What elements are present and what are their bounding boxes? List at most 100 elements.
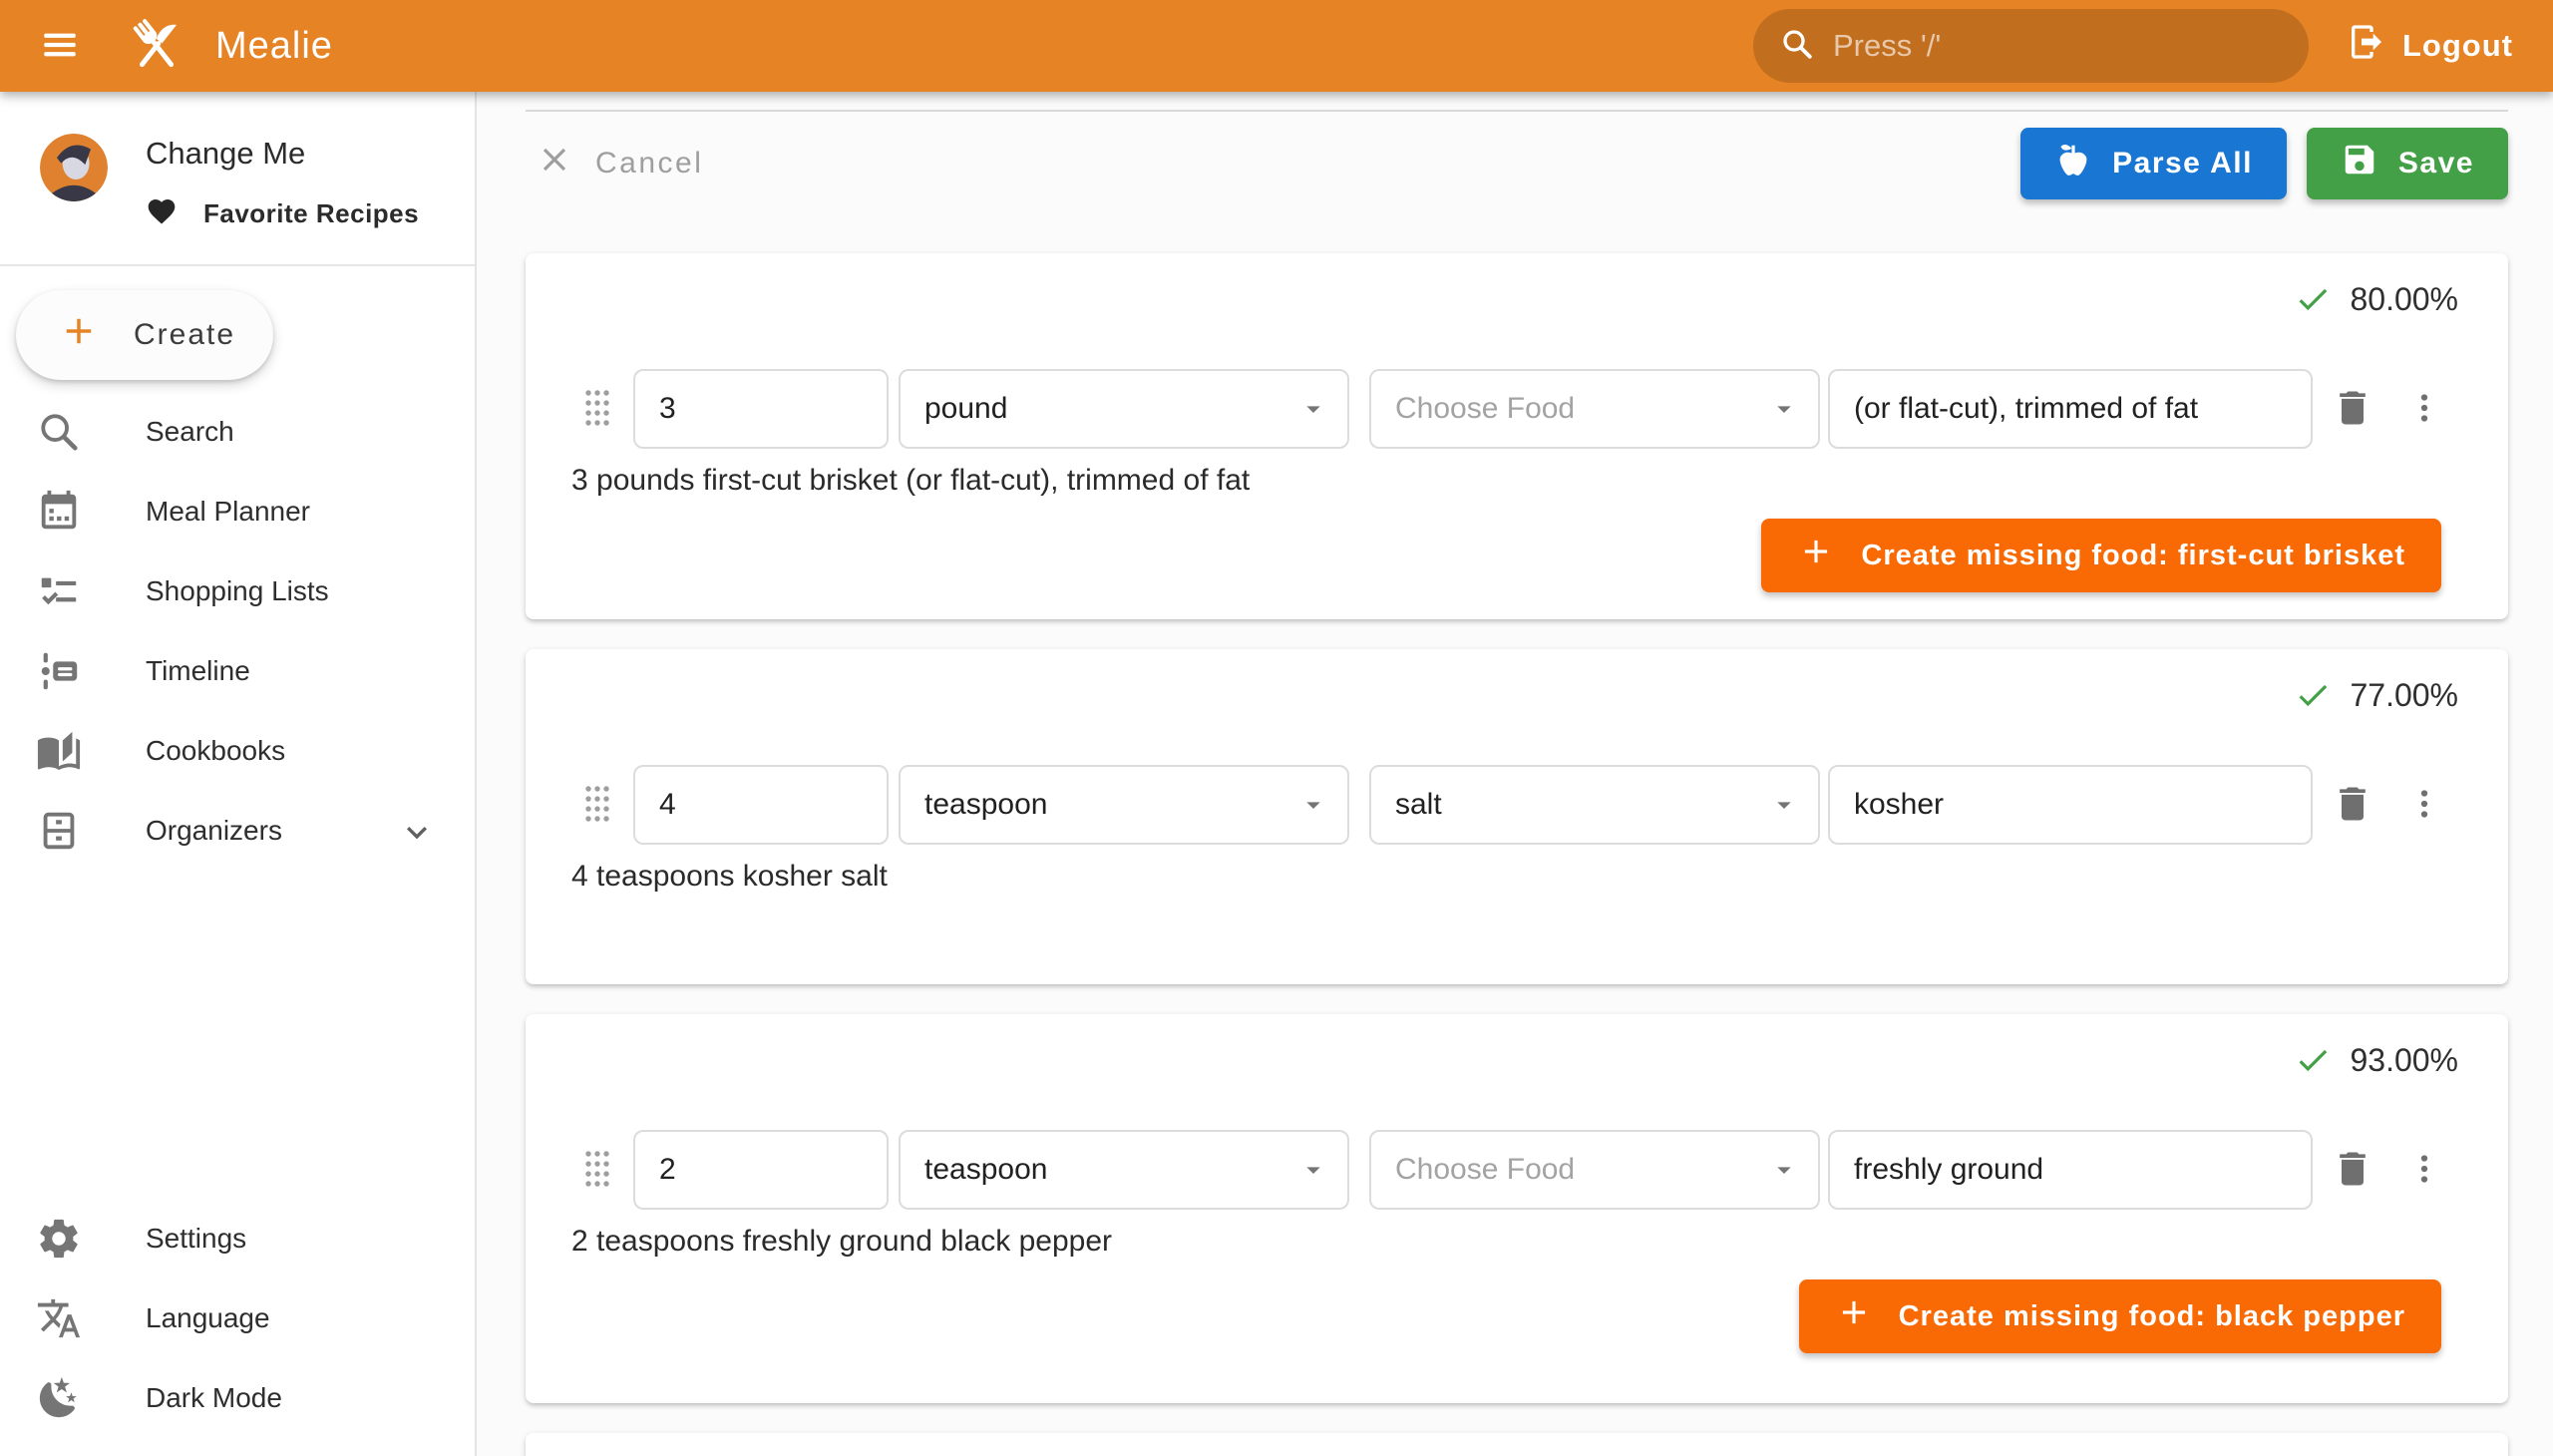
sidebar-item-dark-mode[interactable]: Dark Mode [0,1358,475,1438]
open-book-icon [36,728,82,774]
sidebar-item-language[interactable]: Language [0,1278,475,1358]
drag-handle[interactable] [579,781,615,829]
search-icon [36,409,82,455]
drag-handle[interactable] [579,385,615,433]
quantity-input[interactable] [635,767,887,843]
ingredient-card: 93.00% [526,1014,2508,1403]
confidence-row: 93.00% [559,1040,2458,1080]
checklist-icon [36,568,82,614]
note-input[interactable] [1830,371,2311,447]
cancel-button[interactable]: Cancel [536,141,703,186]
note-field-wrap [1828,1130,2313,1210]
create-missing-food-button[interactable]: Create missing food: black pepper [1799,1279,2441,1353]
gear-icon [36,1216,82,1262]
unit-field-wrap [899,1130,1349,1210]
row-menu-button[interactable] [2404,383,2444,435]
plus-icon [1835,1293,1873,1339]
create-missing-food-button[interactable]: Create missing food: first-cut brisket [1761,519,2441,592]
sidebar-item-label: Timeline [146,655,250,687]
sidebar-item-label: Organizers [146,815,282,847]
menu-toggle-button[interactable] [30,16,90,76]
unit-select[interactable] [901,1132,1347,1208]
chevron-down-icon[interactable] [397,811,437,851]
row-menu-button[interactable] [2404,1144,2444,1196]
note-field-wrap [1828,369,2313,449]
note-input[interactable] [1830,1132,2311,1208]
sidebar-item-label: Settings [146,1223,246,1255]
moon-stars-icon [36,1375,82,1421]
sidebar-item-label: Dark Mode [146,1382,282,1414]
check-icon [2294,280,2332,318]
unit-select[interactable] [901,371,1347,447]
food-field-wrap [1369,369,1820,449]
delete-ingredient-button[interactable] [2329,1144,2376,1196]
food-select[interactable] [1371,371,1818,447]
kebab-icon [2406,786,2442,825]
hamburger-icon [39,24,81,69]
sidebar-footer-nav: Settings Language Dark Mode [0,1199,475,1438]
confidence-row: 77.00% [559,675,2458,715]
sidebar-item-organizers[interactable]: Organizers [0,791,475,871]
unit-select[interactable] [901,767,1347,843]
parse-all-button[interactable]: Parse All [2020,128,2287,199]
ingredient-card: 77.00% [526,649,2508,984]
heart-icon [146,195,178,232]
content-top-divider [526,110,2508,112]
quantity-field-wrap [633,369,889,449]
calendar-icon [36,489,82,535]
save-button[interactable]: Save [2307,128,2508,199]
create-missing-row: Create missing food: black pepper [559,1279,2458,1353]
trash-icon [2331,1147,2374,1194]
parse-all-label: Parse All [2112,147,2253,181]
apple-icon [2054,141,2092,186]
logout-button[interactable]: Logout [2347,22,2513,70]
quantity-input[interactable] [635,371,887,447]
sidebar-item-label: Cookbooks [146,735,285,767]
app-header: Mealie Logout [0,0,2553,92]
drag-dots-icon [582,783,612,828]
quantity-field-wrap [633,1130,889,1210]
confidence-value: 80.00% [2350,281,2458,318]
ingredient-card: 80.00% [526,253,2508,619]
search-input[interactable] [1833,28,2283,64]
user-block[interactable]: Change Me Favorite Recipes [0,92,475,232]
sidebar-item-meal-planner[interactable]: Meal Planner [0,472,475,551]
note-input[interactable] [1830,767,2311,843]
cancel-label: Cancel [595,147,703,181]
sidebar-item-cookbooks[interactable]: Cookbooks [0,711,475,791]
translate-icon [36,1295,82,1341]
mealie-logo-icon [124,13,189,79]
create-button[interactable]: Create [16,290,273,380]
quantity-input[interactable] [635,1132,887,1208]
drag-dots-icon [582,387,612,432]
create-missing-row: Create missing food: first-cut brisket [559,519,2458,592]
ingredient-list: 80.00% [526,253,2508,1456]
avatar [40,134,108,201]
sidebar-item-search[interactable]: Search [0,392,475,472]
sidebar-divider [0,264,475,266]
confidence-value: 77.00% [2350,677,2458,714]
save-label: Save [2398,147,2474,181]
sidebar-item-shopping-lists[interactable]: Shopping Lists [0,551,475,631]
logout-label: Logout [2402,28,2513,64]
create-label: Create [134,318,235,352]
sidebar-item-timeline[interactable]: Timeline [0,631,475,711]
sidebar-item-label: Language [146,1302,270,1334]
sidebar-item-label: Shopping Lists [146,575,329,607]
ingredient-card-partial [526,1433,2508,1456]
check-icon [2294,676,2332,714]
food-select[interactable] [1371,767,1818,843]
food-select[interactable] [1371,1132,1818,1208]
drag-handle[interactable] [579,1146,615,1194]
kebab-icon [2406,390,2442,429]
global-search[interactable] [1753,9,2309,83]
row-menu-button[interactable] [2404,779,2444,831]
plus-icon [58,310,100,360]
original-ingredient-text: 3 pounds first-cut brisket (or flat-cut)… [571,463,2458,499]
delete-ingredient-button[interactable] [2329,383,2376,435]
favorite-recipes-link[interactable]: Favorite Recipes [146,195,419,232]
timeline-icon [36,648,82,694]
sidebar-item-settings[interactable]: Settings [0,1199,475,1278]
delete-ingredient-button[interactable] [2329,779,2376,831]
original-ingredient-text: 2 teaspoons freshly ground black pepper [571,1224,2458,1260]
